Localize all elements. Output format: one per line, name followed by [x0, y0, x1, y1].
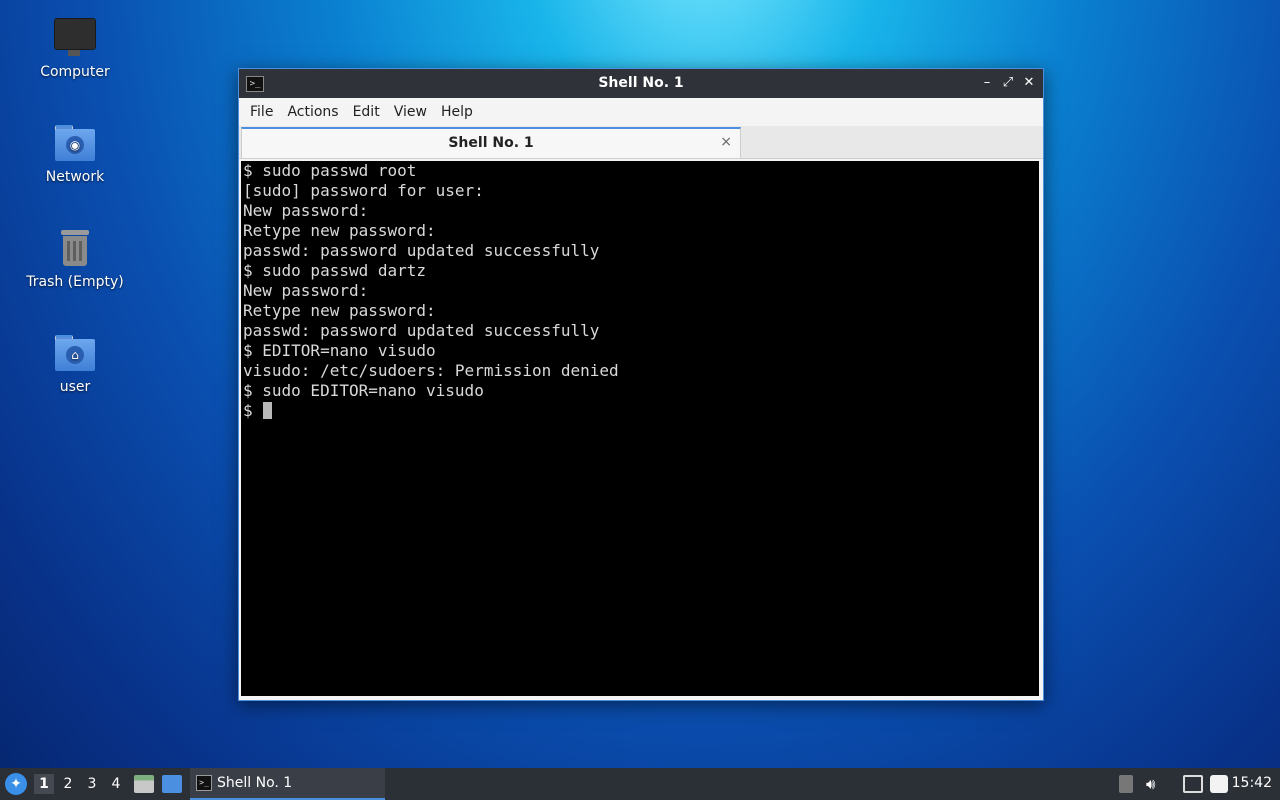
workspace-1[interactable]: 1	[34, 774, 54, 794]
terminal-line: $ sudo passwd root	[243, 161, 417, 180]
terminal-line: passwd: password updated successfully	[243, 321, 600, 340]
terminal-line: $ sudo EDITOR=nano visudo	[243, 381, 484, 400]
menu-view[interactable]: View	[387, 104, 434, 120]
terminal-prompt: $	[243, 401, 263, 420]
window-title: Shell No. 1	[598, 75, 684, 91]
tab-label: Shell No. 1	[448, 135, 534, 151]
computer-icon	[53, 16, 97, 60]
maximize-button[interactable]: ⤢	[1000, 75, 1016, 91]
terminal-line: [sudo] password for user:	[243, 181, 484, 200]
desktop-icon-trash[interactable]: Trash (Empty)	[20, 226, 130, 290]
minimize-button[interactable]: –	[979, 75, 995, 91]
desktop-icon-user[interactable]: ⌂ user	[20, 331, 130, 395]
desktop-icon-network[interactable]: ◉ Network	[20, 121, 130, 185]
notes-icon[interactable]	[1210, 775, 1228, 793]
trash-icon	[53, 226, 97, 270]
desktop-icon-label: Computer	[40, 64, 110, 80]
menu-help[interactable]: Help	[434, 104, 480, 120]
terminal-line: Retype new password:	[243, 221, 436, 240]
file-manager-icon[interactable]	[134, 775, 154, 793]
tab-shell-1[interactable]: Shell No. 1 ×	[241, 127, 741, 158]
desktop-icon-computer[interactable]: Computer	[20, 16, 130, 80]
clipboard-icon[interactable]	[1119, 775, 1133, 793]
show-desktop-icon[interactable]	[162, 775, 182, 793]
terminal-prompt-line[interactable]: $	[243, 401, 1037, 421]
tab-close-icon[interactable]: ×	[720, 134, 732, 150]
home-folder-icon: ⌂	[53, 331, 97, 375]
menubar: File Actions Edit View Help	[239, 98, 1043, 126]
workspace-3[interactable]: 3	[82, 774, 102, 794]
terminal-line: $ sudo passwd dartz	[243, 261, 427, 280]
menu-actions[interactable]: Actions	[280, 104, 345, 120]
terminal-line: Retype new password:	[243, 301, 436, 320]
volume-icon[interactable]: 🔊︎	[1146, 775, 1164, 793]
terminal-line: New password:	[243, 281, 369, 300]
terminal-line: New password:	[243, 201, 369, 220]
menu-file[interactable]: File	[243, 104, 280, 120]
terminal-line: $ EDITOR=nano visudo	[243, 341, 436, 360]
taskbar-item-label: Shell No. 1	[217, 775, 293, 791]
terminal-cursor	[263, 402, 273, 419]
tab-bar: Shell No. 1 ×	[239, 126, 1043, 159]
window-titlebar[interactable]: >_ Shell No. 1 – ⤢ ✕	[239, 69, 1043, 98]
close-button[interactable]: ✕	[1021, 75, 1037, 91]
clock[interactable]: 15:42	[1232, 775, 1272, 791]
terminal-output[interactable]: $ sudo passwd root [sudo] password for u…	[241, 161, 1039, 696]
workspace-2[interactable]: 2	[58, 774, 78, 794]
desktop-icon-label: user	[59, 379, 91, 395]
desktop-icon-label: Trash (Empty)	[26, 274, 124, 290]
desktop-icon-label: Network	[45, 169, 105, 185]
terminal-line: visudo: /etc/sudoers: Permission denied	[243, 361, 619, 380]
taskbar: ✦ 1 2 3 4 >_ Shell No. 1 🔊︎ 15:42	[0, 768, 1280, 800]
workspace-4[interactable]: 4	[106, 774, 126, 794]
menu-edit[interactable]: Edit	[346, 104, 387, 120]
terminal-task-icon: >_	[196, 775, 212, 791]
terminal-window: >_ Shell No. 1 – ⤢ ✕ File Actions Edit V…	[238, 68, 1044, 701]
start-menu-icon[interactable]: ✦	[5, 773, 27, 795]
terminal-line: passwd: password updated successfully	[243, 241, 600, 260]
network-folder-icon: ◉	[53, 121, 97, 165]
network-icon[interactable]	[1183, 775, 1203, 793]
taskbar-item-shell[interactable]: >_ Shell No. 1	[190, 768, 385, 800]
